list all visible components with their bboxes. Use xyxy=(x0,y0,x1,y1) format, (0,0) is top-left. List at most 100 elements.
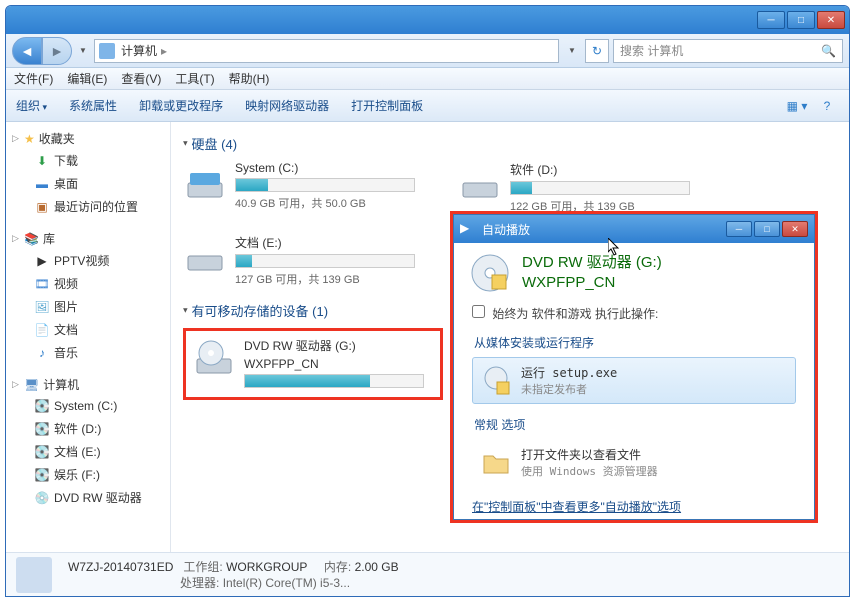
document-icon: 📄 xyxy=(34,322,50,338)
sidebar-computer-header[interactable]: ▷🖥 计算机 xyxy=(6,374,170,395)
drive-d[interactable]: 软件 (D:) 122 GB 可用，共 139 GB xyxy=(458,161,713,214)
drive-bar xyxy=(235,254,415,268)
autoplay-window: ▶ 自动播放 ─ □ ✕ DVD RW 驱动器 (G:) WXPFPP_CN 始… xyxy=(453,214,815,520)
drive-sublabel: WXPFPP_CN xyxy=(244,357,447,371)
sidebar-item-drive-e[interactable]: 💽文档 (E:) xyxy=(6,440,170,463)
hdd-icon: 💽 xyxy=(34,398,50,414)
drive-dvd[interactable]: DVD RW 驱动器 (G:) WXPFPP_CN xyxy=(192,337,447,391)
toolbar-system-properties[interactable]: 系统属性 xyxy=(69,97,117,114)
sidebar-item-documents[interactable]: 📄文档 xyxy=(6,318,170,341)
menu-view[interactable]: 查看(V) xyxy=(121,70,161,87)
autoplay-checkbox-label: 始终为 软件和游戏 执行此操作: xyxy=(492,307,658,321)
autoplay-maximize-button[interactable]: □ xyxy=(754,221,780,237)
autoplay-option-open-folder[interactable]: 打开文件夹以查看文件 使用 Windows 资源管理器 xyxy=(472,439,796,486)
menu-bar: 文件(F) 编辑(E) 查看(V) 工具(T) 帮助(H) xyxy=(6,68,849,90)
status-bar: W7ZJ-20140731ED 工作组: WORKGROUP 内存: 2.00 … xyxy=(6,552,849,596)
folder-icon xyxy=(481,448,511,478)
dvd-drive-icon xyxy=(192,337,236,381)
toolbar-organize[interactable]: 组织 xyxy=(16,97,47,114)
address-path[interactable]: 计算机 ▸ xyxy=(94,39,559,63)
drive-c[interactable]: System (C:) 40.9 GB 可用，共 50.0 GB xyxy=(183,161,438,214)
desktop-icon: ▬ xyxy=(34,176,50,192)
sidebar-libraries-header[interactable]: ▷📚 库 xyxy=(6,228,170,249)
menu-edit[interactable]: 编辑(E) xyxy=(67,70,107,87)
sidebar-item-drive-d[interactable]: 💽软件 (D:) xyxy=(6,417,170,440)
picture-icon: 🖼 xyxy=(34,299,50,315)
autoplay-subhead-general: 常规 选项 xyxy=(454,406,814,437)
download-icon: ⬇ xyxy=(34,153,50,169)
menu-tools[interactable]: 工具(T) xyxy=(175,70,214,87)
menu-file[interactable]: 文件(F) xyxy=(14,70,53,87)
section-hdd-header[interactable]: 硬盘 (4) xyxy=(183,134,837,153)
address-bar: ◄ ► ▼ 计算机 ▸ ▼ ↻ 搜索 计算机 🔍 xyxy=(6,34,849,68)
dvd-icon: 💿 xyxy=(34,490,50,506)
sidebar-item-pptv[interactable]: ▶PPTV视频 xyxy=(6,249,170,272)
sidebar-computer: ▷🖥 计算机 💽System (C:) 💽软件 (D:) 💽文档 (E:) 💽娱… xyxy=(6,374,170,509)
sidebar-item-dvd[interactable]: 💿DVD RW 驱动器 xyxy=(6,486,170,509)
pptv-icon: ▶ xyxy=(34,253,50,269)
search-input[interactable]: 搜索 计算机 🔍 xyxy=(613,39,843,63)
setup-icon xyxy=(481,366,511,396)
hdd-icon xyxy=(458,161,502,205)
toolbar: 组织 系统属性 卸载或更改程序 映射网络驱动器 打开控制面板 ▦ ▾ ? xyxy=(6,90,849,122)
forward-button[interactable]: ► xyxy=(42,37,72,65)
autoplay-always-checkbox-row: 始终为 软件和游戏 执行此操作: xyxy=(454,303,814,324)
drive-name: 文档 (E:) xyxy=(235,234,438,251)
sidebar-favorites-header[interactable]: ▷★ 收藏夹 xyxy=(6,128,170,149)
sidebar-item-desktop[interactable]: ▬桌面 xyxy=(6,172,170,195)
sidebar-item-drive-f[interactable]: 💽娱乐 (F:) xyxy=(6,463,170,486)
drive-name: System (C:) xyxy=(235,161,438,175)
drive-e[interactable]: 文档 (E:) 127 GB 可用，共 139 GB xyxy=(183,234,438,287)
drive-stat: 127 GB 可用，共 139 GB xyxy=(235,271,438,287)
path-dropdown[interactable]: ▼ xyxy=(563,40,581,62)
autoplay-subhead-install: 从媒体安装或运行程序 xyxy=(454,324,814,355)
hdd-icon: 💽 xyxy=(34,421,50,437)
hdd-icon: 💽 xyxy=(34,467,50,483)
minimize-button[interactable]: ─ xyxy=(757,11,785,29)
recent-icon: ▣ xyxy=(34,199,50,215)
status-workgroup: WORKGROUP xyxy=(226,560,307,574)
option-line2: 使用 Windows 资源管理器 xyxy=(521,463,658,479)
library-icon: 📚 xyxy=(24,232,39,246)
menu-help[interactable]: 帮助(H) xyxy=(229,70,270,87)
sidebar-item-downloads[interactable]: ⬇下载 xyxy=(6,149,170,172)
autoplay-title: 自动播放 xyxy=(482,221,530,238)
sidebar-item-drive-c[interactable]: 💽System (C:) xyxy=(6,395,170,417)
nav-history-dropdown[interactable]: ▼ xyxy=(76,46,90,55)
autoplay-highlight-box: ▶ 自动播放 ─ □ ✕ DVD RW 驱动器 (G:) WXPFPP_CN 始… xyxy=(450,211,818,523)
refresh-button[interactable]: ↻ xyxy=(585,39,609,63)
option-line1: 打开文件夹以查看文件 xyxy=(521,446,658,463)
autoplay-always-checkbox[interactable] xyxy=(472,305,485,318)
path-text: 计算机 xyxy=(121,42,157,59)
help-button[interactable]: ? xyxy=(815,95,839,117)
autoplay-drive-line2: WXPFPP_CN xyxy=(522,273,662,293)
autoplay-drive-line1: DVD RW 驱动器 (G:) xyxy=(522,253,662,273)
disc-icon xyxy=(470,253,510,293)
drive-name: 软件 (D:) xyxy=(510,161,713,178)
autoplay-close-button[interactable]: ✕ xyxy=(782,221,808,237)
autoplay-titlebar: ▶ 自动播放 ─ □ ✕ xyxy=(454,215,814,243)
close-button[interactable]: ✕ xyxy=(817,11,845,29)
hdd-icon: 💽 xyxy=(34,444,50,460)
toolbar-map-drive[interactable]: 映射网络驱动器 xyxy=(245,97,329,114)
sidebar-libraries: ▷📚 库 ▶PPTV视频 🎞视频 🖼图片 📄文档 ♪音乐 xyxy=(6,228,170,364)
sidebar-item-video[interactable]: 🎞视频 xyxy=(6,272,170,295)
sidebar-item-music[interactable]: ♪音乐 xyxy=(6,341,170,364)
toolbar-control-panel[interactable]: 打开控制面板 xyxy=(351,97,423,114)
status-computer-name: W7ZJ-20140731ED xyxy=(68,560,173,574)
hdd-icon xyxy=(183,234,227,278)
sidebar: ▷★ 收藏夹 ⬇下载 ▬桌面 ▣最近访问的位置 ▷📚 库 ▶PPTV视频 🎞视频… xyxy=(6,122,171,552)
drive-name: DVD RW 驱动器 (G:) xyxy=(244,337,447,354)
status-cpu: Intel(R) Core(TM) i5-3... xyxy=(223,576,350,590)
view-mode-button[interactable]: ▦ ▾ xyxy=(785,95,809,117)
hdd-icon xyxy=(183,161,227,205)
maximize-button[interactable]: □ xyxy=(787,11,815,29)
sidebar-item-pictures[interactable]: 🖼图片 xyxy=(6,295,170,318)
sidebar-item-recent[interactable]: ▣最近访问的位置 xyxy=(6,195,170,218)
computer-icon xyxy=(99,43,115,59)
back-button[interactable]: ◄ xyxy=(12,37,42,65)
autoplay-option-run-setup[interactable]: 运行 setup.exe 未指定发布者 xyxy=(472,357,796,404)
autoplay-minimize-button[interactable]: ─ xyxy=(726,221,752,237)
toolbar-uninstall[interactable]: 卸载或更改程序 xyxy=(139,97,223,114)
autoplay-more-options-link[interactable]: 在"控制面板"中查看更多"自动播放"选项 xyxy=(454,488,814,525)
